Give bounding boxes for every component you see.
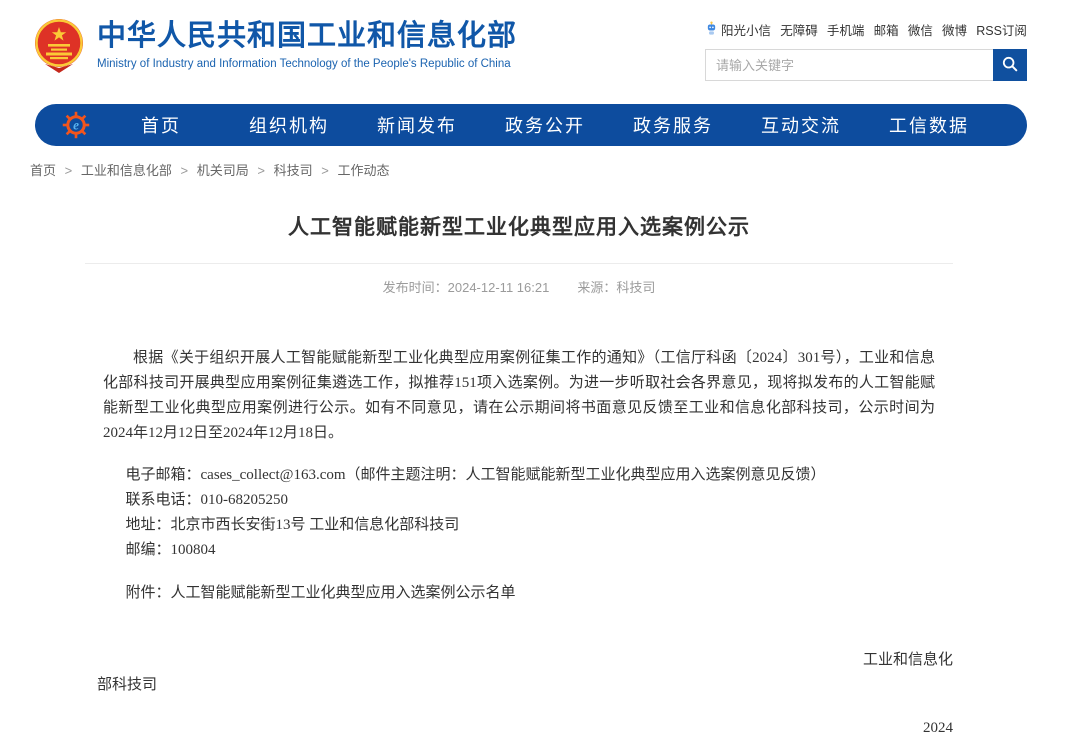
page-title: 人工智能赋能新型工业化典型应用入选案例公示 <box>85 211 953 241</box>
quick-links: 阳光小信 无障碍 手机端 邮箱 微信 微博 RSS订阅 <box>705 20 1027 39</box>
nav-item-gov-services[interactable]: 政务服务 <box>609 112 737 138</box>
national-emblem-icon <box>33 16 85 74</box>
signature-dept-line-2: 部科技司 <box>85 673 953 698</box>
search-icon <box>1001 55 1019 76</box>
breadcrumb-separator: > <box>257 163 265 178</box>
nav-item-news[interactable]: 新闻发布 <box>353 112 481 138</box>
contact-phone-line: 联系电话：010-68205250 <box>85 488 953 513</box>
main-nav: e 首页 组织机构 新闻发布 政务公开 政务服务 互动交流 工信数据 <box>35 104 1027 146</box>
breadcrumb-item-departments[interactable]: 机关司局 <box>197 163 249 178</box>
publish-time-value: 2024-12-11 16:21 <box>448 280 550 295</box>
article: 人工智能赋能新型工业化典型应用入选案例公示 发布时间：2024-12-11 16… <box>85 211 953 734</box>
source-label: 来源： <box>577 280 616 295</box>
breadcrumb-separator: > <box>65 163 73 178</box>
quick-link-sunshine[interactable]: 阳光小信 <box>705 20 771 39</box>
contact-email-line: 电子邮箱：cases_collect@163.com（邮件主题注明：人工智能赋能… <box>85 463 953 488</box>
quick-link-mail[interactable]: 邮箱 <box>874 20 899 39</box>
brand[interactable]: 中华人民共和国工业和信息化部 Ministry of Industry and … <box>33 16 517 74</box>
search-input[interactable] <box>705 49 993 81</box>
breadcrumb: 首页 > 工业和信息化部 > 机关司局 > 科技司 > 工作动态 <box>30 160 1080 179</box>
site-subtitle: Ministry of Industry and Information Tec… <box>97 58 517 70</box>
svg-text:e: e <box>73 117 79 132</box>
miit-gear-icon: e <box>61 110 91 140</box>
breadcrumb-item-work-updates[interactable]: 工作动态 <box>337 163 389 178</box>
brand-text: 中华人民共和国工业和信息化部 Ministry of Industry and … <box>97 20 517 69</box>
header-tools: 阳光小信 无障碍 手机端 邮箱 微信 微博 RSS订阅 <box>705 20 1027 81</box>
signature-dept-line-1: 工业和信息化 <box>85 648 953 673</box>
nav-item-organization[interactable]: 组织机构 <box>225 112 353 138</box>
quick-link-weibo[interactable]: 微博 <box>942 20 967 39</box>
breadcrumb-item-miit[interactable]: 工业和信息化部 <box>81 163 172 178</box>
breadcrumb-item-home[interactable]: 首页 <box>30 163 56 178</box>
publish-time-label: 发布时间： <box>383 280 448 295</box>
breadcrumb-item-tech-dept[interactable]: 科技司 <box>274 163 313 178</box>
quick-link-rss[interactable]: RSS订阅 <box>976 20 1027 39</box>
article-title-section: 人工智能赋能新型工业化典型应用入选案例公示 <box>85 211 953 264</box>
signature-date-line-1: 2024 <box>85 716 953 734</box>
nav-item-industry-data[interactable]: 工信数据 <box>865 112 993 138</box>
attachment-link[interactable]: 附件：人工智能赋能新型工业化典型应用入选案例公示名单 <box>85 581 953 606</box>
quick-link-accessibility[interactable]: 无障碍 <box>780 20 818 39</box>
nav-item-interaction[interactable]: 互动交流 <box>737 112 865 138</box>
nav-item-gov-disclosure[interactable]: 政务公开 <box>481 112 609 138</box>
article-meta: 发布时间：2024-12-11 16:21 来源：科技司 <box>85 277 953 296</box>
site-title: 中华人民共和国工业和信息化部 <box>97 20 517 53</box>
quick-link-mobile[interactable]: 手机端 <box>827 20 865 39</box>
source-value: 科技司 <box>616 280 655 295</box>
article-paragraph: 根据《关于组织开展人工智能赋能新型工业化典型应用案例征集工作的通知》（工信厅科函… <box>85 346 953 446</box>
robot-icon <box>705 21 718 39</box>
quick-link-label: 阳光小信 <box>721 20 771 39</box>
search-bar <box>705 49 1027 81</box>
site-header: 中华人民共和国工业和信息化部 Ministry of Industry and … <box>0 0 1080 100</box>
search-button[interactable] <box>993 49 1027 81</box>
breadcrumb-separator: > <box>181 163 189 178</box>
page: 中华人民共和国工业和信息化部 Ministry of Industry and … <box>0 0 1080 734</box>
contact-address-line: 地址：北京市西长安街13号 工业和信息化部科技司 <box>85 513 953 538</box>
quick-link-wechat[interactable]: 微信 <box>908 20 933 39</box>
contact-postcode-line: 邮编：100804 <box>85 538 953 563</box>
breadcrumb-separator: > <box>321 163 329 178</box>
nav-item-home[interactable]: 首页 <box>97 112 225 138</box>
